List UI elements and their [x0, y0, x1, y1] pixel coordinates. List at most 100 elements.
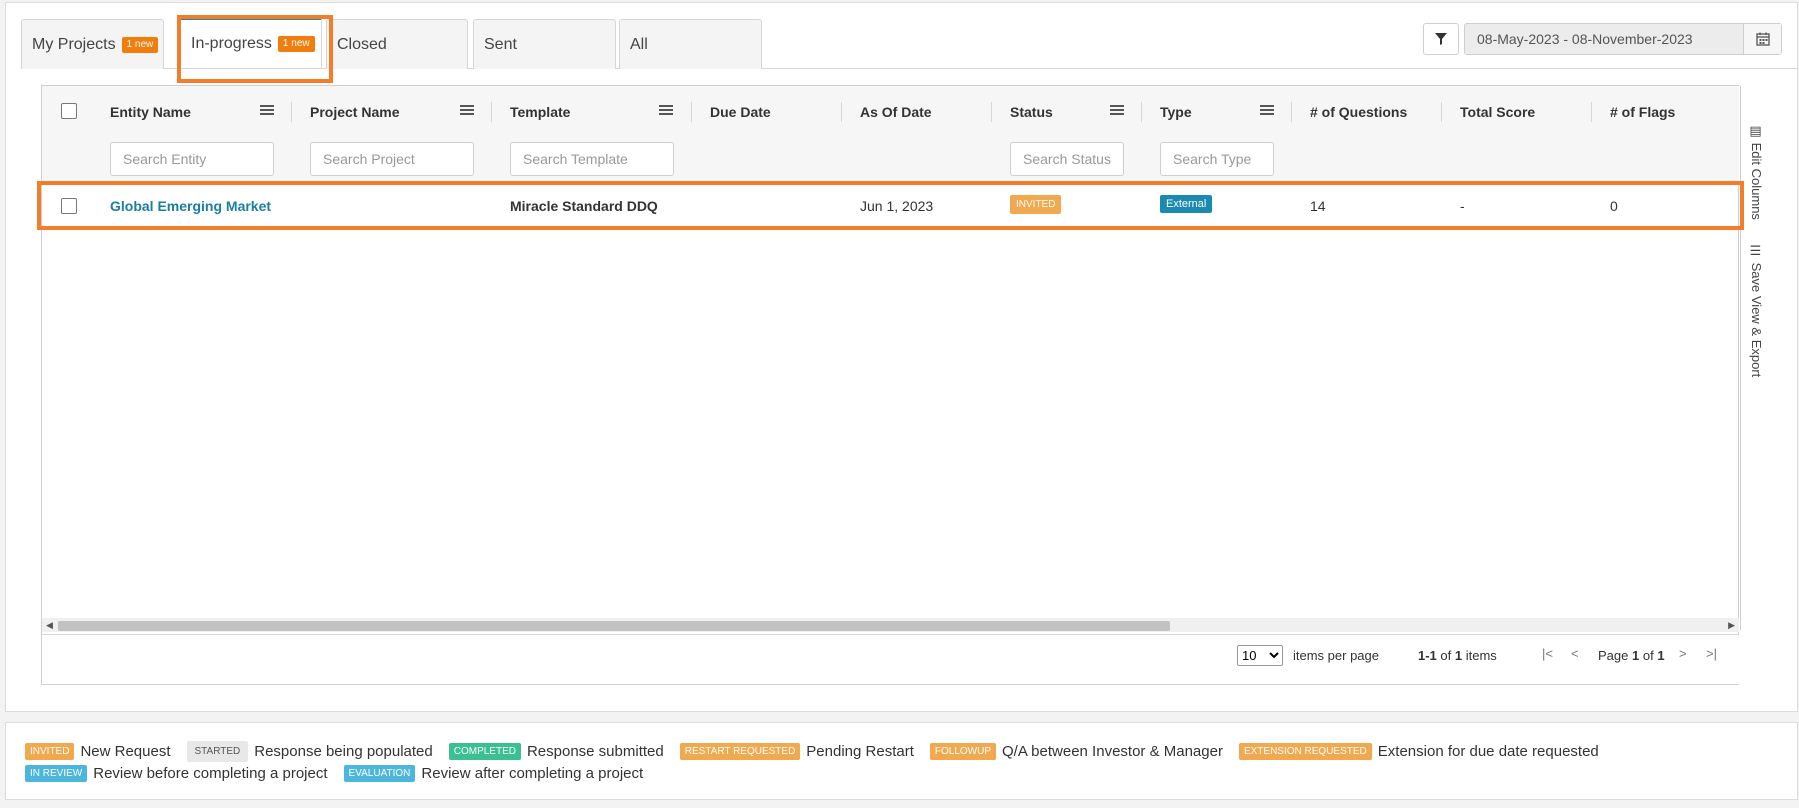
legend-badge-invited: INVITED [25, 743, 75, 760]
legend-row: INVITED New Request STARTED Response bei… [25, 741, 1615, 762]
new-badge: 1 new [121, 36, 159, 53]
legend-text: New Request [80, 743, 171, 760]
table-row[interactable]: Global Emerging Market Miracle Standard … [42, 184, 1739, 230]
entity-name-link[interactable]: Global Emerging Market [110, 198, 271, 214]
column-menu-icon[interactable] [1110, 103, 1124, 117]
column-header-as-of-date[interactable]: As Of Date [860, 104, 932, 120]
tab-label: All [630, 35, 648, 53]
side-panel: ▤ Edit Columns ☰ Save View & Export [1740, 86, 1772, 630]
horizontal-scrollbar[interactable]: ◀ ▶ [42, 618, 1739, 632]
menu-icon: ☰ [1749, 244, 1764, 263]
column-separator[interactable] [1291, 102, 1292, 122]
column-separator[interactable] [841, 102, 842, 122]
items-per-page-label: items per page [1293, 648, 1379, 663]
column-separator[interactable] [1591, 102, 1592, 122]
total-value: 1 [1454, 648, 1463, 663]
column-header-total-score[interactable]: Total Score [1460, 104, 1535, 120]
of-word: of [1440, 648, 1452, 663]
column-header-status[interactable]: Status [1010, 104, 1053, 120]
legend-badge-in-review: IN REVIEW [25, 765, 88, 782]
new-badge: 1 new [277, 36, 315, 52]
legend-text: Extension for due date requested [1377, 743, 1599, 760]
tab-label: Closed [337, 35, 387, 53]
columns-icon: ▤ [1749, 124, 1764, 143]
legend-text: Q/A between Investor & Manager [1002, 743, 1223, 760]
tab-sent[interactable]: Sent [473, 19, 616, 69]
prev-page-icon[interactable]: < [1571, 646, 1579, 661]
column-header-template[interactable]: Template [510, 104, 570, 120]
column-header-questions[interactable]: # of Questions [1310, 104, 1407, 120]
legend-badge-extension-requested: EXTENSION REQUESTED [1238, 743, 1372, 760]
filter-button[interactable] [1423, 23, 1459, 55]
first-page-icon[interactable]: |< [1542, 646, 1553, 661]
date-range-value: 08-May-2023 - 08-November-2023 [1477, 31, 1693, 47]
grid-header: Entity Name Project Name Template Due Da… [42, 86, 1739, 182]
column-menu-icon[interactable] [460, 103, 474, 117]
legend-badge-restart-requested: RESTART REQUESTED [679, 743, 801, 760]
projects-grid: Entity Name Project Name Template Due Da… [41, 85, 1772, 685]
legend-badge-evaluation: EVALUATION [343, 765, 416, 782]
column-menu-icon[interactable] [659, 103, 673, 117]
range-value: 1-1 [1418, 648, 1437, 663]
items-word: items [1465, 648, 1497, 663]
column-header-due-date[interactable]: Due Date [710, 104, 771, 120]
tab-all[interactable]: All [619, 19, 762, 69]
edit-columns-button[interactable]: ▤ Edit Columns [1749, 124, 1764, 220]
column-header-entity[interactable]: Entity Name [110, 104, 191, 120]
column-separator[interactable] [491, 102, 492, 122]
type-badge: External [1160, 195, 1213, 213]
column-menu-icon[interactable] [1260, 103, 1274, 117]
column-separator[interactable] [1141, 102, 1142, 122]
next-page-icon[interactable]: > [1679, 646, 1687, 661]
column-separator[interactable] [1441, 102, 1442, 122]
tab-in-progress[interactable]: In-progress 1 new [180, 17, 322, 68]
calendar-button[interactable] [1743, 24, 1781, 54]
column-header-project[interactable]: Project Name [310, 104, 399, 120]
column-separator[interactable] [291, 102, 292, 122]
scrollbar-thumb[interactable] [58, 621, 1170, 631]
legend-text: Response submitted [526, 743, 664, 760]
status-legend: INVITED New Request STARTED Response bei… [5, 722, 1798, 800]
legend-text: Pending Restart [806, 743, 914, 760]
current-page: 1 [1632, 648, 1640, 663]
page-indicator: Page 1 of 1 [1598, 648, 1665, 663]
date-range-field[interactable]: 08-May-2023 - 08-November-2023 [1464, 23, 1782, 55]
scroll-right-icon[interactable]: ▶ [1728, 620, 1735, 631]
last-page-icon[interactable]: >| [1706, 646, 1717, 661]
total-pages: 1 [1657, 648, 1665, 663]
tab-my-projects[interactable]: My Projects 1 new [21, 19, 164, 69]
tab-label: Sent [484, 35, 517, 53]
column-header-flags[interactable]: # of Flags [1610, 104, 1675, 120]
column-header-type[interactable]: Type [1160, 104, 1192, 120]
calendar-icon [1755, 32, 1770, 46]
tab-closed[interactable]: Closed [326, 19, 468, 69]
main-panel: My Projects 1 new In-progress 1 new Clos… [5, 2, 1798, 712]
questions-cell: 14 [1310, 198, 1326, 214]
column-menu-icon[interactable] [260, 103, 274, 117]
legend-badge-started: STARTED [186, 741, 249, 762]
items-range: 1-1 of 1 items [1418, 648, 1497, 663]
legend-row: IN REVIEW Review before completing a pro… [25, 765, 659, 782]
tab-label: In-progress [191, 35, 272, 52]
scroll-left-icon[interactable]: ◀ [46, 620, 53, 631]
page-size-select[interactable]: 10 [1237, 645, 1283, 666]
search-type-input[interactable] [1160, 142, 1274, 176]
legend-text: Response being populated [254, 743, 433, 760]
save-view-export-button[interactable]: ☰ Save View & Export [1749, 244, 1764, 377]
of-word: of [1642, 648, 1654, 663]
status-badge: INVITED [1010, 195, 1062, 214]
search-template-input[interactable] [510, 142, 674, 176]
search-status-input[interactable] [1010, 142, 1124, 176]
template-cell: Miracle Standard DDQ [510, 198, 658, 214]
pager: 10 items per page 1-1 of 1 items |< < Pa… [42, 634, 1739, 684]
column-separator[interactable] [691, 102, 692, 122]
search-project-input[interactable] [310, 142, 474, 176]
column-separator[interactable] [991, 102, 992, 122]
legend-badge-completed: COMPLETED [448, 743, 521, 760]
search-entity-input[interactable] [110, 142, 274, 176]
row-checkbox[interactable] [61, 198, 77, 214]
filter-icon [1435, 33, 1447, 45]
flags-cell: 0 [1610, 198, 1618, 214]
save-view-label: Save View & Export [1749, 262, 1764, 378]
select-all-checkbox[interactable] [61, 103, 77, 119]
